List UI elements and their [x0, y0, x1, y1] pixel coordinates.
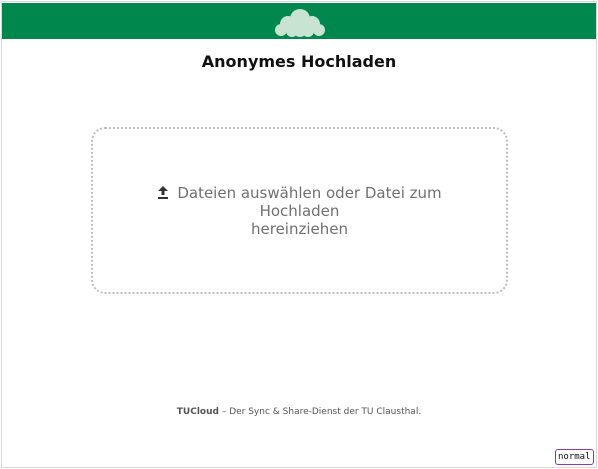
cloud-logo-icon[interactable]	[274, 7, 326, 37]
footer-brand: TUCloud	[176, 407, 219, 417]
page-title: Anonymes Hochladen	[201, 52, 397, 71]
upload-dropzone[interactable]: Dateien auswählen oder Datei zum Hochlad…	[91, 127, 508, 294]
upload-text-line1: Dateien auswählen oder Datei zum Hochlad…	[177, 183, 442, 220]
upload-dropzone-label: Dateien auswählen oder Datei zum Hochlad…	[120, 184, 480, 238]
upload-text-line2: hereinziehen	[251, 219, 348, 238]
header-bar	[2, 3, 596, 39]
mode-badge: normal	[555, 449, 594, 465]
upload-icon	[158, 185, 169, 199]
footer-text: – Der Sync & Share-Dienst der TU Clausth…	[218, 407, 422, 417]
footer: TUCloud – Der Sync & Share-Dienst der TU…	[0, 407, 598, 417]
